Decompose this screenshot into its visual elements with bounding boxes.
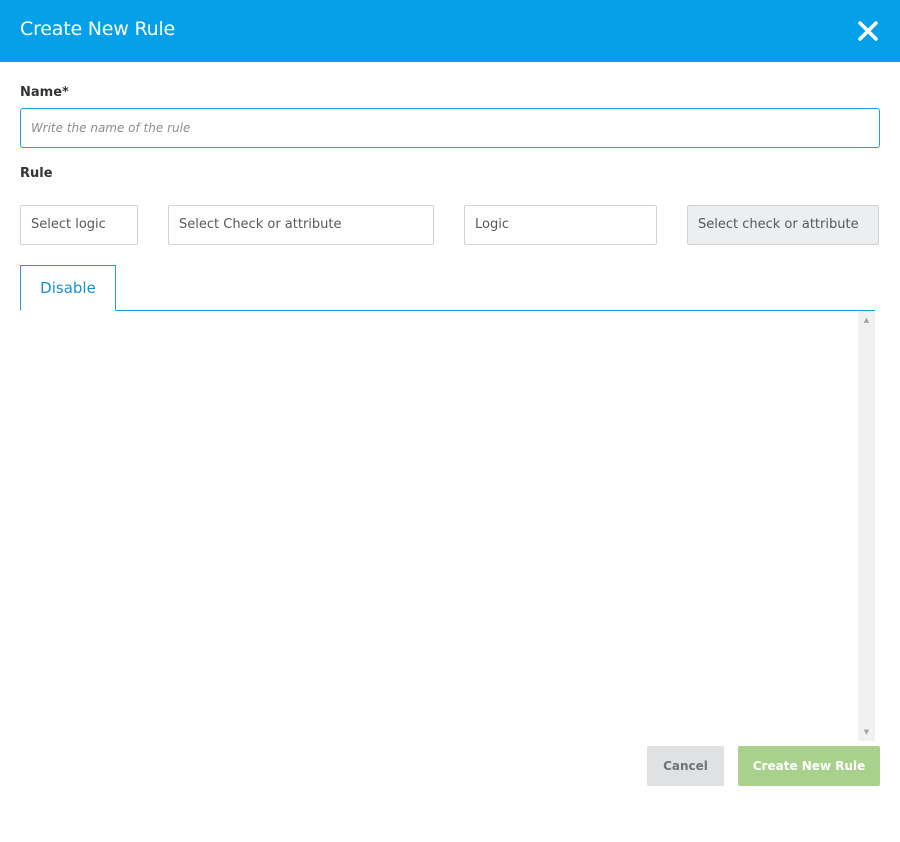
rule-label: Rule: [20, 166, 53, 181]
scroll-up-arrow-icon[interactable]: ▲: [858, 313, 875, 327]
close-icon[interactable]: [856, 19, 880, 43]
dialog-header: Create New Rule: [0, 0, 900, 62]
logic-dropdown[interactable]: Logic: [464, 205, 657, 245]
rule-name-input[interactable]: [20, 108, 880, 148]
select-check-attribute-dropdown[interactable]: Select Check or attribute: [168, 205, 434, 245]
dialog-title: Create New Rule: [20, 18, 176, 40]
create-new-rule-button[interactable]: Create New Rule: [738, 746, 880, 786]
select-logic-dropdown[interactable]: Select logic: [20, 205, 138, 245]
tab-disable[interactable]: Disable: [20, 265, 116, 311]
tab-divider: [20, 310, 875, 311]
cancel-button[interactable]: Cancel: [647, 746, 724, 786]
scroll-down-arrow-icon[interactable]: ▼: [858, 725, 875, 739]
name-label: Name*: [20, 85, 69, 100]
content-scrollbar[interactable]: ▲ ▼: [858, 311, 875, 741]
select-check-attribute-disabled-dropdown: Select check or attribute: [687, 205, 879, 245]
